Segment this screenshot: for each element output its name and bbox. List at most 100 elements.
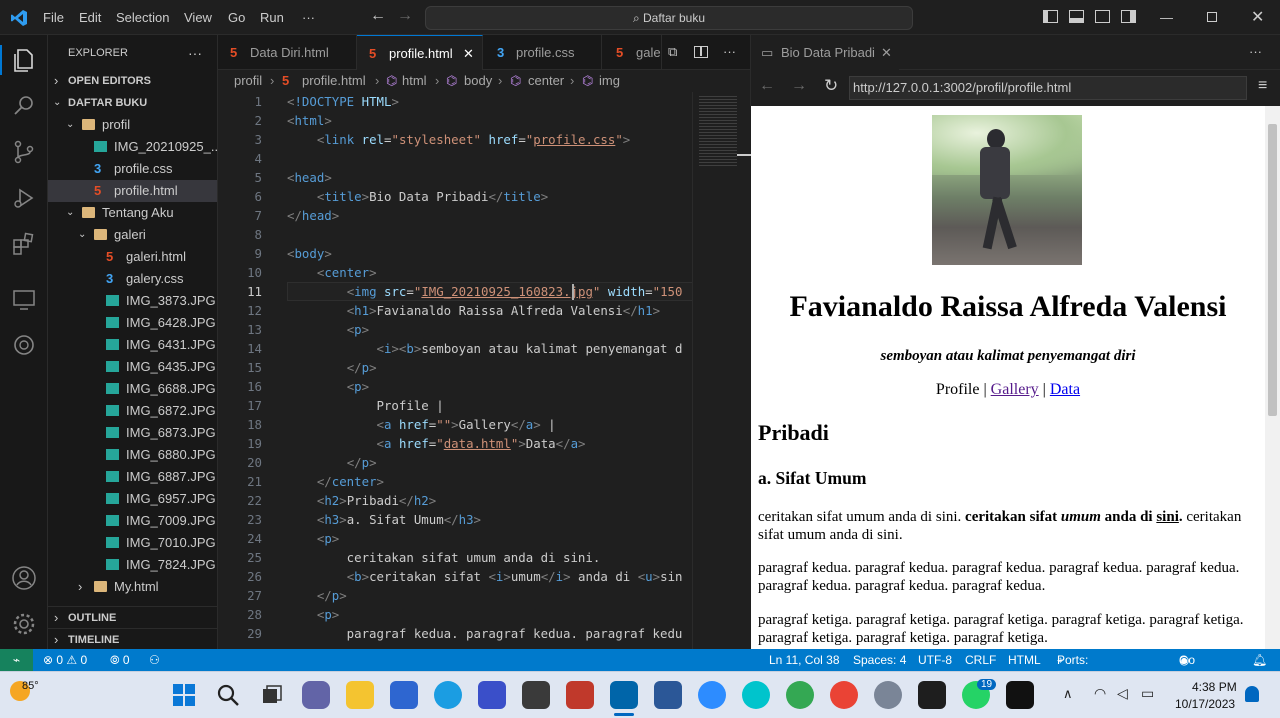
teams-chat-icon[interactable] [302,681,330,709]
menu-icon[interactable]: ≡ [1258,77,1267,95]
toggle-panel-icon[interactable] [1069,10,1084,23]
tree-file[interactable]: IMG_7824.JPG [48,554,217,576]
code-line[interactable]: <a href="data.html">Data</a> [287,434,586,453]
close-window-button[interactable]: ✕ [1251,7,1264,27]
preview-scrollbar[interactable] [1265,106,1280,649]
minimap[interactable] [692,92,751,649]
explorer-icon[interactable] [11,47,37,73]
open-editors-section[interactable]: › OPEN EDITORS [48,70,217,92]
explorer-more-icon[interactable]: ··· [188,42,208,64]
code-line[interactable]: <b>ceritakan sifat <i>umum</i> anda di <… [287,567,683,586]
extensions-icon[interactable] [11,231,37,257]
tree-file[interactable]: IMG_6887.JPG [48,466,217,488]
menu-edit[interactable]: Edit [79,10,101,25]
tree-folder[interactable]: ⌄ profil [48,114,217,136]
settings-gear-icon[interactable] [874,681,902,709]
chevron-up-icon[interactable]: ∧ [1063,686,1073,702]
code-line[interactable]: Profile | [287,396,444,415]
windows-start-icon[interactable] [170,681,198,709]
more-actions-icon[interactable]: ··· [723,44,736,59]
tree-file[interactable]: IMG_6957.JPG [48,488,217,510]
open-preview-icon[interactable]: ⧉ [668,44,677,60]
folder-root[interactable]: ⌄ DAFTAR BUKU [48,92,217,114]
mcafee-icon[interactable] [566,681,594,709]
battery-icon[interactable]: ▭ [1141,685,1154,702]
close-tab-icon[interactable]: ✕ [463,36,474,70]
breadcrumb-item[interactable]: profil [234,70,262,92]
menu-more[interactable]: ··· [302,10,315,25]
volume-icon[interactable]: ◁ [1117,685,1128,702]
tree-file[interactable]: IMG_6431.JPG [48,334,217,356]
tree-file[interactable]: IMG_6872.JPG [48,400,217,422]
language-mode[interactable]: HTML [1008,649,1041,671]
code-line[interactable]: </center> [287,472,384,491]
code-line[interactable]: <html> [287,111,332,130]
gallery-link[interactable]: Gallery [991,381,1039,398]
code-line[interactable]: <p> [287,377,369,396]
zoom-icon[interactable] [698,681,726,709]
code-line[interactable]: <title>Bio Data Pribadi</title> [287,187,548,206]
tree-folder[interactable]: ⌄ galeri [48,224,217,246]
code-line[interactable]: <link rel="stylesheet" href="profile.css… [287,130,630,149]
end-of-line[interactable]: CRLF [965,649,996,671]
toggle-primary-sidebar-icon[interactable] [1043,10,1058,23]
news-icon[interactable] [654,681,682,709]
menu-view[interactable]: View [184,10,212,25]
remote-explorer-icon[interactable] [11,287,37,313]
code-line[interactable]: </head> [287,206,339,225]
tree-file[interactable]: IMG_6435.JPG [48,356,217,378]
code-line[interactable]: <body> [287,244,332,263]
tree-folder[interactable]: › My.html [48,576,217,598]
toggle-secondary-sidebar-icon[interactable] [1095,10,1110,23]
tree-file[interactable]: 3 profile.css [48,158,217,180]
cursor-position[interactable]: Ln 11, Col 38 [769,649,840,671]
account-icon[interactable] [11,565,37,591]
tree-file[interactable]: IMG_7009.JPG [48,510,217,532]
problems-indicator[interactable]: ⊗ 0 ⚠ 0 [43,649,87,671]
menu-file[interactable]: File [43,10,64,25]
code-line[interactable]: <h2>Pribadi</h2> [287,491,436,510]
file-explorer-icon[interactable] [346,681,374,709]
ports-indicator[interactable]: ⦾ 0 [110,649,130,671]
minimap-slider[interactable] [737,154,751,156]
chatgpt-icon[interactable] [11,332,37,358]
split-editor-icon[interactable] [694,46,708,58]
tree-file[interactable]: 5 profile.html [48,180,217,202]
code-line[interactable]: <p> [287,605,339,624]
tab-profile-css[interactable]: 3 profile.css [483,35,602,70]
remote-indicator-icon[interactable]: ⌁ [0,649,33,671]
clock-date[interactable]: 10/17/2023 [1175,697,1235,711]
outline-section[interactable]: › OUTLINE [48,606,217,628]
code-line[interactable]: <p> [287,320,369,339]
code-line[interactable]: </p> [287,453,377,472]
breadcrumb-item[interactable]: profile.html [302,70,366,92]
url-input[interactable]: http://127.0.0.1:3002/profil/profile.htm… [849,76,1247,100]
tree-file[interactable]: IMG_6873.JPG [48,422,217,444]
notification-bell-icon[interactable] [1245,686,1259,702]
code-line[interactable]: <h3>a. Sifat Umum</h3> [287,510,481,529]
breadcrumb-item[interactable]: center [528,70,564,92]
timeline-section[interactable]: › TIMELINE [48,628,217,649]
app-icon-1[interactable] [478,681,506,709]
tree-file[interactable]: IMG_3873.JPG [48,290,217,312]
code-line[interactable]: <!DOCTYPE HTML> [287,92,399,111]
chrome-profile-icon[interactable] [830,681,858,709]
code-line[interactable]: <img src="IMG_20210925_160823.jpg" width… [287,282,683,301]
code-editor[interactable]: 1 <!DOCTYPE HTML> 2 <html> 3 <link rel="styl… [218,92,750,649]
close-tab-icon[interactable]: ✕ [881,35,892,70]
forward-arrow-icon[interactable]: → [791,77,807,95]
clock-time[interactable]: 4:38 PM [1192,680,1237,694]
reload-icon[interactable]: ↻ [824,76,838,96]
tab-profile-html[interactable]: 5 profile.html ✕ [357,35,483,70]
code-line[interactable]: <center> [287,263,377,282]
tab-bio-data-pribadi[interactable]: ▭ Bio Data Pribadi ✕ [751,35,899,70]
back-arrow-icon[interactable]: ← [759,77,775,95]
tab-data-diri[interactable]: 5 Data Diri.html [218,35,357,70]
vscode-taskbar-icon[interactable] [610,681,638,709]
code-line[interactable]: paragraf kedua. paragraf kedua. paragraf… [287,624,683,643]
code-line[interactable]: <i><b>semboyan atau kalimat penyemangat … [287,339,683,358]
code-line[interactable]: <a href="">Gallery</a> | [287,415,556,434]
notifications-bell-icon[interactable]: 🔔︎ [1252,649,1267,671]
canva-icon[interactable] [742,681,770,709]
tree-file[interactable]: 3 galery.css [48,268,217,290]
